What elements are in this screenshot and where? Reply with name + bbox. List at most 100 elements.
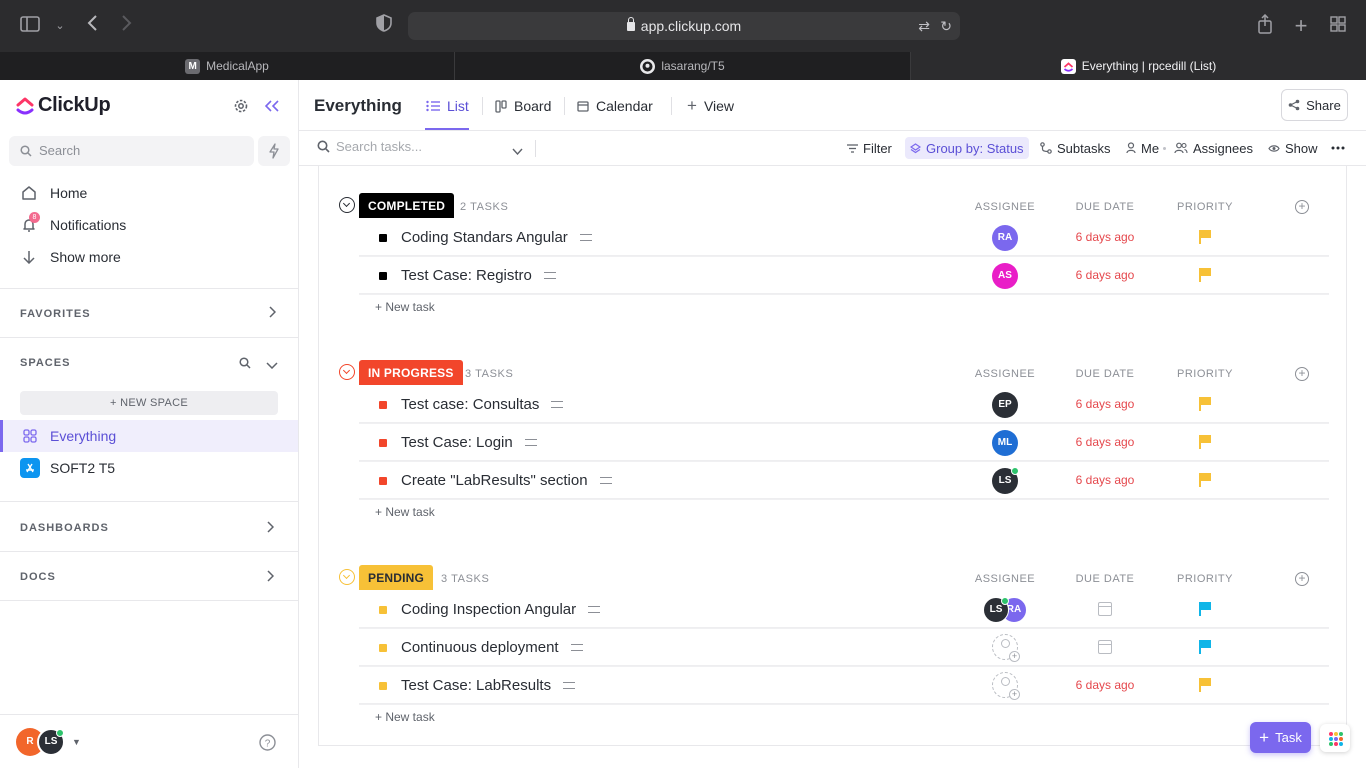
table-row[interactable]: Test Case: LabResults +6 days ago [359, 667, 1329, 704]
task-name-text[interactable]: Continuous deployment [401, 639, 559, 656]
help-icon[interactable]: ? [259, 734, 276, 754]
browser-tab-medicalapp[interactable]: M MedicalApp [0, 52, 455, 80]
apps-grid-icon[interactable] [1320, 724, 1350, 752]
priority-flag-icon[interactable] [1199, 602, 1211, 616]
task-status-dot[interactable] [379, 439, 387, 447]
due-date[interactable]: 6 days ago [1065, 435, 1145, 449]
sidebar-item-home[interactable]: Home [20, 181, 87, 205]
new-task-button[interactable]: + New task [375, 505, 435, 519]
task-name-text[interactable]: Test Case: Registro [401, 267, 532, 284]
column-header-due-date[interactable]: DUE DATE [1065, 573, 1145, 585]
group-collapse-chevron-icon[interactable] [339, 569, 355, 585]
task-status-dot[interactable] [379, 272, 387, 280]
task-name-text[interactable]: Test Case: LabResults [401, 677, 551, 694]
forward-icon[interactable] [115, 14, 139, 38]
translate-icon[interactable]: ⇄ [918, 12, 930, 40]
add-assignee-icon[interactable]: + [992, 672, 1020, 700]
reload-icon[interactable]: ↻ [940, 12, 952, 40]
privacy-shield-icon[interactable] [372, 14, 396, 38]
priority-flag-icon[interactable] [1199, 473, 1211, 487]
task-status-dot[interactable] [379, 477, 387, 485]
task-status-dot[interactable] [379, 401, 387, 409]
group-collapse-chevron-icon[interactable] [339, 197, 355, 213]
chevron-down-icon[interactable]: ⌄ [48, 14, 72, 38]
assignee-avatar[interactable]: AS [992, 263, 1018, 289]
table-row[interactable]: Coding Inspection Angular RA LS [359, 591, 1329, 628]
assignee-avatar[interactable]: LS [992, 467, 1019, 494]
add-view-button[interactable]: + View [687, 96, 734, 116]
docs-section-header[interactable]: DOCS [20, 571, 56, 583]
sidebar-item-notifications[interactable]: 8 Notifications [20, 212, 126, 237]
new-tab-icon[interactable]: + [1289, 14, 1313, 38]
task-status-dot[interactable] [379, 606, 387, 614]
collapse-sidebar-icon[interactable] [263, 97, 281, 115]
column-header-assignee[interactable]: ASSIGNEE [965, 573, 1045, 585]
assignee-avatar[interactable]: RA [992, 225, 1018, 251]
task-name-text[interactable]: Create "LabResults" section [401, 472, 588, 489]
group-collapse-chevron-icon[interactable] [339, 364, 355, 380]
browser-tab-github[interactable]: lasarang/T5 [455, 52, 911, 80]
search-spaces-icon[interactable] [239, 356, 251, 372]
table-row[interactable]: Test Case: Login ML 6 days ago [359, 424, 1329, 461]
task-search-input[interactable]: Search tasks... [317, 139, 422, 154]
task-status-dot[interactable] [379, 644, 387, 652]
column-header-due-date[interactable]: DUE DATE [1065, 368, 1145, 380]
task-name-text[interactable]: Coding Standars Angular [401, 229, 568, 246]
tab-board[interactable]: Board [495, 96, 551, 116]
task-name[interactable]: Coding Standars Angular [401, 229, 592, 246]
tab-overview-icon[interactable] [1326, 14, 1350, 38]
quick-actions-bolt-icon[interactable] [258, 136, 290, 166]
task-name[interactable]: Test case: Consultas [401, 396, 564, 413]
subtasks-button[interactable]: Subtasks [1035, 137, 1115, 159]
task-name-text[interactable]: Test Case: Login [401, 434, 513, 451]
priority-flag-icon[interactable] [1199, 435, 1211, 449]
add-column-icon[interactable]: + [1295, 200, 1309, 214]
user-avatar[interactable]: LS [37, 728, 65, 756]
table-row[interactable]: Test Case: Registro AS 6 days ago [359, 257, 1329, 294]
share-page-icon[interactable] [1253, 13, 1277, 38]
chevron-right-icon[interactable] [268, 305, 277, 321]
share-button[interactable]: Share [1281, 89, 1348, 121]
show-options-button[interactable]: Show [1263, 137, 1323, 159]
table-row[interactable]: Continuous deployment + [359, 629, 1329, 666]
priority-flag-icon[interactable] [1199, 268, 1211, 282]
task-name[interactable]: Test Case: Login [401, 434, 537, 451]
assignee-avatar[interactable]: ML [992, 430, 1018, 456]
tab-calendar[interactable]: Calendar [577, 96, 653, 116]
column-header-priority[interactable]: PRIORITY [1165, 368, 1245, 380]
priority-flag-icon[interactable] [1199, 640, 1211, 654]
assignee-avatar[interactable]: EP [992, 392, 1018, 418]
task-name[interactable]: Test Case: LabResults [401, 677, 576, 694]
table-row[interactable]: Test case: Consultas EP 6 days ago [359, 386, 1329, 423]
task-name[interactable]: Test Case: Registro [401, 267, 556, 284]
chevron-down-icon[interactable] [512, 142, 523, 160]
chevron-right-icon[interactable] [266, 520, 275, 536]
column-header-assignee[interactable]: ASSIGNEE [965, 368, 1045, 380]
due-date[interactable]: 6 days ago [1065, 268, 1145, 282]
sidebar-item-show-more[interactable]: Show more [20, 245, 121, 269]
favorites-section-header[interactable]: FAVORITES [20, 308, 91, 320]
new-task-button[interactable]: + New task [375, 710, 435, 724]
task-name[interactable]: Continuous deployment [401, 639, 583, 656]
add-assignee-icon[interactable]: + [992, 634, 1020, 662]
column-header-priority[interactable]: PRIORITY [1165, 201, 1245, 213]
priority-flag-icon[interactable] [1199, 230, 1211, 244]
chevron-down-icon[interactable] [266, 356, 278, 372]
task-status-dot[interactable] [379, 234, 387, 242]
spaces-section-header[interactable]: SPACES [20, 357, 70, 369]
filter-button[interactable]: Filter [842, 137, 897, 159]
me-filter-button[interactable]: Me [1121, 137, 1164, 159]
dashboards-section-header[interactable]: DASHBOARDS [20, 522, 109, 534]
new-task-fab-button[interactable]: + Task [1250, 722, 1311, 753]
assignee-avatar[interactable]: LS [983, 597, 1009, 623]
caret-down-icon[interactable]: ▼ [72, 737, 81, 747]
table-row[interactable]: Create "LabResults" section LS 6 days ago [359, 462, 1329, 499]
sidebar-toggle-icon[interactable] [18, 14, 42, 38]
due-date[interactable]: 6 days ago [1065, 473, 1145, 487]
chevron-right-icon[interactable] [266, 569, 275, 585]
priority-flag-icon[interactable] [1199, 397, 1211, 411]
space-item-soft2-t5[interactable]: SOFT2 T5 [0, 452, 298, 484]
set-due-date-calendar-icon[interactable] [1098, 602, 1112, 616]
assignees-filter-button[interactable]: Assignees [1169, 137, 1258, 159]
task-name[interactable]: Create "LabResults" section [401, 472, 612, 489]
